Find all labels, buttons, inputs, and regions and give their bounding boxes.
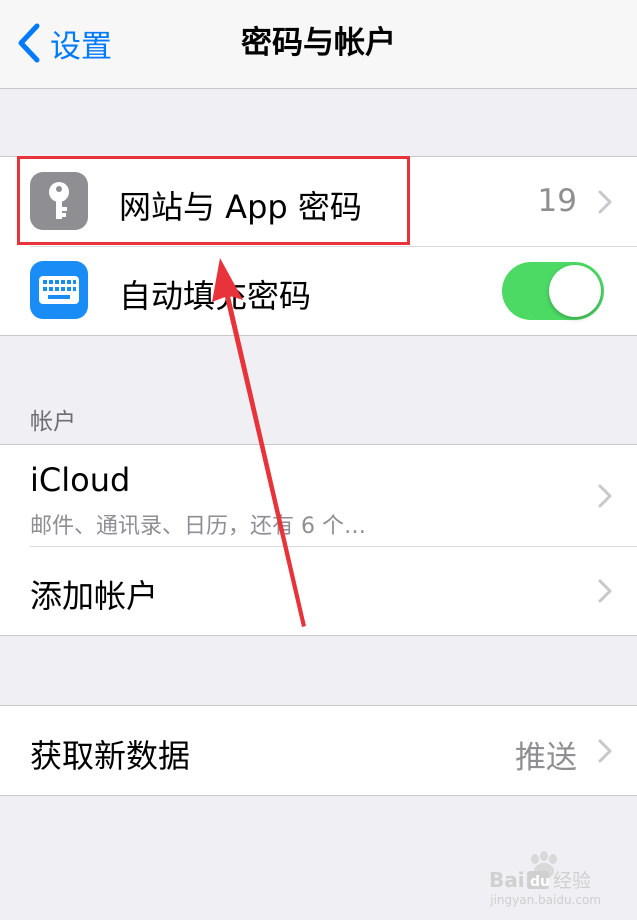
password-count: 19: [537, 183, 577, 219]
chevron-right-icon: [598, 190, 612, 214]
add-account-row[interactable]: 添加帐户: [0, 546, 637, 635]
autofill-toggle[interactable]: [502, 262, 604, 320]
fetch-new-data-label: 获取新数据: [30, 737, 191, 775]
add-account-label: 添加帐户: [30, 577, 159, 615]
accounts-group: iCloud 邮件、通讯录、日历，还有 6 个… 添加帐户: [0, 444, 637, 636]
icloud-subtitle: 邮件、通讯录、日历，还有 6 个…: [30, 514, 366, 539]
highlight-box: [17, 156, 410, 245]
accounts-section-header: 帐户: [30, 409, 76, 435]
autofill-passwords-label: 自动填充密码: [119, 277, 312, 315]
svg-text:du: du: [530, 874, 550, 890]
svg-text:经验: 经验: [553, 870, 591, 891]
toggle-knob: [549, 265, 601, 317]
keyboard-icon: [30, 261, 88, 319]
svg-text:Bai: Bai: [489, 868, 525, 891]
navigation-bar: 设置 密码与帐户: [0, 0, 637, 89]
fetch-new-data-value: 推送: [515, 740, 577, 776]
paw-logo-icon: Bai du 经验: [489, 851, 591, 891]
chevron-right-icon: [598, 484, 612, 508]
icloud-row[interactable]: iCloud 邮件、通讯录、日历，还有 6 个…: [0, 445, 637, 546]
fetch-new-data-row[interactable]: 获取新数据 推送: [0, 706, 637, 795]
chevron-right-icon: [598, 739, 612, 763]
chevron-right-icon: [598, 579, 612, 603]
baidu-jingyan-watermark: Bai du 经验 jingyan.baidu.com: [489, 851, 601, 911]
fetch-group: 获取新数据 推送: [0, 705, 637, 796]
page-title: 密码与帐户: [241, 25, 396, 61]
watermark-url: jingyan.baidu.com: [490, 893, 601, 907]
autofill-passwords-row: 自动填充密码: [0, 246, 637, 335]
icloud-label: iCloud: [30, 461, 131, 499]
